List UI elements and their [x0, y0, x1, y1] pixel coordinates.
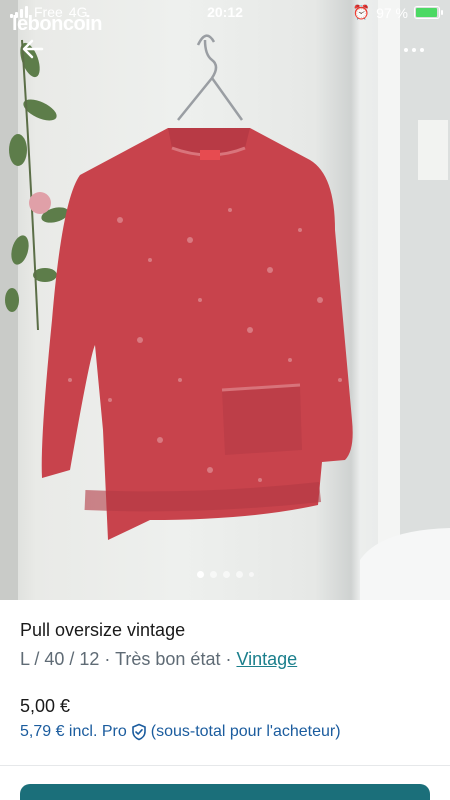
app-logo: leboncoin: [12, 13, 102, 35]
listing-title: Pull oversize vintage: [20, 620, 186, 640]
status-right: ⏰ 97 %: [352, 4, 443, 21]
pro-price-note: (sous-total pour l'acheteur): [150, 723, 341, 740]
listing-info: Pull oversize vintage L / 40 / 12 · Très…: [20, 620, 430, 670]
shield-check-icon[interactable]: [130, 723, 148, 741]
gallery-dot[interactable]: [209, 571, 217, 578]
buy-button[interactable]: [20, 784, 430, 800]
pro-price-line: 5,79 € incl. Pro (sous-total pour l'ache…: [20, 723, 341, 741]
battery-fill: [416, 8, 438, 17]
gallery-dot[interactable]: [222, 571, 230, 578]
gallery-pagination[interactable]: [0, 571, 450, 578]
category-link[interactable]: Vintage: [236, 649, 297, 669]
more-options-button[interactable]: [404, 40, 432, 60]
gallery-dot[interactable]: [196, 571, 204, 578]
battery-icon: [414, 6, 443, 19]
divider: [0, 765, 450, 766]
sweater-photo-illustration: [0, 0, 450, 600]
listing-attributes: L / 40 / 12 · Très bon état · Vintage: [20, 649, 430, 670]
alarm-icon: ⏰: [352, 4, 371, 20]
more-dots-icon: [404, 48, 424, 52]
pro-price: 5,79 € incl. Pro: [20, 723, 127, 740]
arrow-left-icon: [22, 39, 44, 59]
listing-photo[interactable]: Free 4G 20:12 ⏰ 97 % leboncoin: [0, 0, 450, 600]
listing-price: 5,00 €: [20, 696, 71, 716]
size-condition-text: L / 40 / 12 · Très bon état ·: [20, 649, 237, 669]
battery-percent: 97 %: [376, 4, 408, 21]
back-button[interactable]: [20, 36, 46, 62]
gallery-dot[interactable]: [248, 572, 254, 577]
gallery-dot[interactable]: [235, 571, 243, 578]
